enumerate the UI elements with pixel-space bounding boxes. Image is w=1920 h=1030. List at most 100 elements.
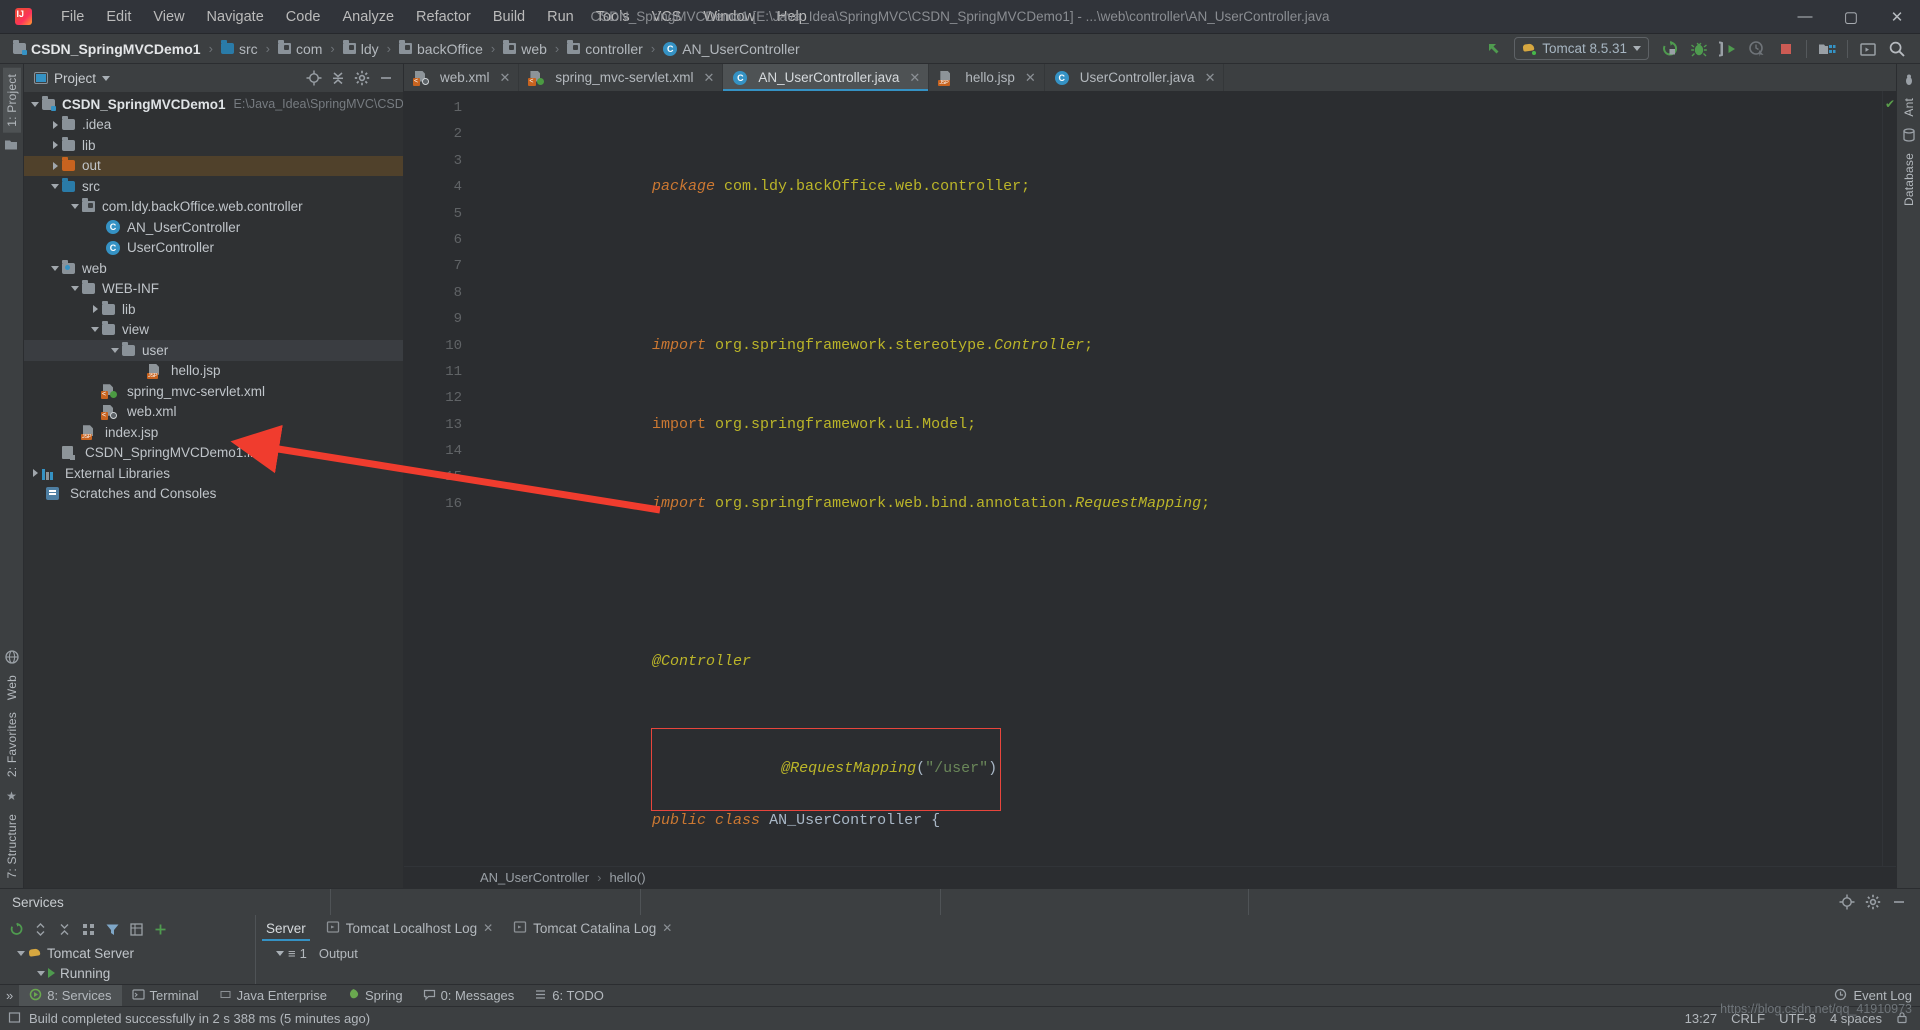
collapse-all-icon[interactable]: [54, 919, 74, 939]
bottom-more-icon[interactable]: »: [0, 985, 19, 1006]
editor-marker-strip[interactable]: ✔: [1882, 91, 1896, 866]
add-icon[interactable]: [150, 919, 170, 939]
tree-row-src[interactable]: src: [24, 176, 403, 197]
tree-row-webinf-lib[interactable]: lib: [24, 299, 403, 320]
breadcrumb-project[interactable]: CSDN_SpringMVCDemo1: [10, 40, 204, 58]
maximize-button[interactable]: ▢: [1828, 0, 1874, 34]
chevron-expanded-icon[interactable]: [88, 327, 102, 333]
breadcrumb-com[interactable]: com: [275, 40, 325, 58]
bottom-tab-services[interactable]: 8: Services: [19, 985, 122, 1006]
minimize-button[interactable]: —: [1782, 0, 1828, 34]
menu-vcs[interactable]: VCS: [641, 6, 693, 28]
tree-row-package[interactable]: com.ldy.backOffice.web.controller: [24, 197, 403, 218]
hide-icon[interactable]: [1888, 891, 1910, 913]
breadcrumb-ldy[interactable]: ldy: [340, 40, 382, 58]
settings-gear-icon[interactable]: [1862, 891, 1884, 913]
locate-icon[interactable]: [303, 67, 325, 89]
menu-file[interactable]: File: [50, 6, 95, 28]
close-icon[interactable]: ✕: [703, 70, 714, 86]
bottom-tab-messages[interactable]: 0: Messages: [413, 985, 525, 1006]
editor-tab-web-xml[interactable]: web.xml ✕: [404, 64, 520, 91]
close-icon[interactable]: ✕: [1025, 70, 1036, 86]
bottom-tab-java-enterprise[interactable]: Java Enterprise: [209, 985, 337, 1006]
bottom-tab-todo[interactable]: 6: TODO: [524, 985, 614, 1006]
back-arrow-icon[interactable]: [1480, 37, 1506, 61]
menu-tools[interactable]: Tools: [585, 6, 641, 28]
services-node-tomcat-server[interactable]: Tomcat Server: [6, 943, 255, 963]
rerun-icon[interactable]: [1657, 37, 1683, 61]
services-tab-tomcat-catalina-log[interactable]: Tomcat Catalina Log ✕: [503, 915, 682, 941]
tree-row-out[interactable]: out: [24, 155, 403, 176]
breadcrumb-src[interactable]: src: [218, 40, 261, 58]
star-icon[interactable]: ★: [4, 788, 20, 804]
tree-row-hello-jsp[interactable]: hello.jsp: [24, 361, 403, 382]
rerun-icon[interactable]: [6, 919, 26, 939]
services-output-label[interactable]: Output: [319, 946, 358, 961]
tree-row-iml[interactable]: CSDN_SpringMVCDemo1.iml: [24, 443, 403, 464]
search-everywhere-icon[interactable]: [1884, 37, 1910, 61]
terminal-icon[interactable]: [1855, 37, 1881, 61]
run-with-coverage-icon[interactable]: [1715, 37, 1741, 61]
project-tree[interactable]: CSDN_SpringMVCDemo1 E:\Java_Idea\SpringM…: [24, 92, 403, 888]
chevron-expanded-icon[interactable]: [14, 950, 28, 956]
event-log-label[interactable]: Event Log: [1853, 988, 1912, 1003]
layout-icon[interactable]: [126, 919, 146, 939]
chevron-expanded-icon[interactable]: [48, 265, 62, 271]
tool-window-tab-ant[interactable]: Ant: [1900, 92, 1918, 123]
breadcrumb-method-name[interactable]: hello(): [609, 870, 645, 885]
tree-row-scratches[interactable]: Scratches and Consoles: [24, 484, 403, 505]
tree-row-an-usercontroller[interactable]: C AN_UserController: [24, 217, 403, 238]
editor-gutter[interactable]: 1 2 3 4 5 6 7 8 9 10 11 12 13 14 15 16: [404, 91, 470, 866]
code-content[interactable]: package com.ldy.backOffice.web.controlle…: [470, 91, 1882, 866]
chevron-collapsed-icon[interactable]: [48, 120, 62, 129]
services-tree[interactable]: Tomcat Server Running: [0, 943, 255, 984]
chevron-collapsed-icon[interactable]: [28, 469, 42, 478]
chevron-expanded-icon[interactable]: [28, 101, 42, 107]
close-icon[interactable]: ✕: [909, 70, 920, 86]
caret-position[interactable]: 13:27: [1685, 1011, 1718, 1026]
menu-code[interactable]: Code: [275, 6, 332, 28]
chevron-collapsed-icon[interactable]: [48, 161, 62, 170]
close-icon[interactable]: ✕: [1205, 70, 1216, 86]
tree-row-external-libraries[interactable]: External Libraries: [24, 463, 403, 484]
tree-row-project-root[interactable]: CSDN_SpringMVCDemo1 E:\Java_Idea\SpringM…: [24, 94, 403, 115]
profile-icon[interactable]: [1744, 37, 1770, 61]
locate-icon[interactable]: [1836, 891, 1858, 913]
menu-analyze[interactable]: Analyze: [331, 6, 405, 28]
bottom-tab-terminal[interactable]: Terminal: [122, 985, 209, 1006]
breadcrumb-class-name[interactable]: AN_UserController: [480, 870, 589, 885]
close-icon[interactable]: ✕: [483, 921, 493, 935]
tool-window-tab-web[interactable]: Web: [3, 669, 21, 706]
breadcrumb-web[interactable]: web: [500, 40, 550, 58]
chevron-down-icon[interactable]: [102, 75, 111, 81]
editor-tab-an-usercontroller-java[interactable]: C AN_UserController.java ✕: [723, 64, 930, 91]
tree-row-idea[interactable]: .idea: [24, 115, 403, 136]
editor-tab-hello-jsp[interactable]: hello.jsp ✕: [929, 64, 1045, 91]
tree-row-web-xml[interactable]: web.xml: [24, 402, 403, 423]
group-icon[interactable]: [78, 919, 98, 939]
tool-window-tab-database[interactable]: Database: [1900, 147, 1918, 212]
chevron-collapsed-icon[interactable]: [88, 305, 102, 314]
tree-row-user[interactable]: user: [24, 340, 403, 361]
close-icon[interactable]: ✕: [662, 921, 672, 935]
tool-window-tab-favorites[interactable]: 2: Favorites: [3, 706, 21, 783]
chevron-expanded-icon[interactable]: [108, 347, 122, 353]
close-icon[interactable]: ✕: [500, 70, 511, 86]
menu-edit[interactable]: Edit: [95, 6, 142, 28]
services-node-running[interactable]: Running: [6, 963, 255, 983]
tree-row-view[interactable]: view: [24, 320, 403, 341]
tree-row-index-jsp[interactable]: index.jsp: [24, 422, 403, 443]
settings-gear-icon[interactable]: [351, 67, 373, 89]
stop-icon[interactable]: [1773, 37, 1799, 61]
services-output-count[interactable]: ≡ 1: [276, 946, 307, 961]
menu-run[interactable]: Run: [536, 6, 585, 28]
breadcrumb-class[interactable]: C AN_UserController: [660, 40, 802, 58]
bottom-tab-spring[interactable]: Spring: [337, 985, 413, 1006]
breadcrumb-controller[interactable]: controller: [564, 40, 646, 58]
menu-build[interactable]: Build: [482, 6, 536, 28]
tree-row-spring-servlet-xml[interactable]: spring_mvc-servlet.xml: [24, 381, 403, 402]
close-button[interactable]: ✕: [1874, 0, 1920, 34]
tool-window-tab-structure[interactable]: 7: Structure: [3, 808, 21, 884]
tree-row-web[interactable]: web: [24, 258, 403, 279]
menu-navigate[interactable]: Navigate: [196, 6, 275, 28]
